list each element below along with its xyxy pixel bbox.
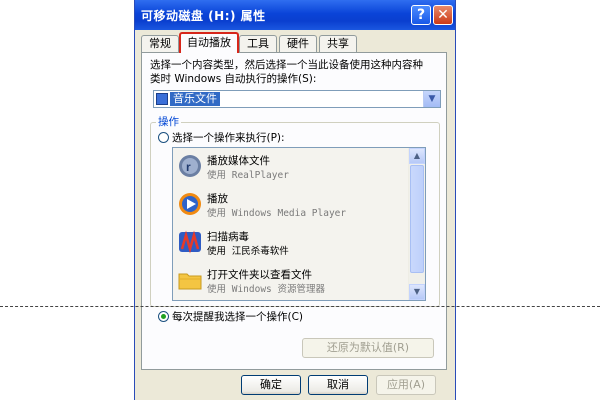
antivirus-icon [179, 230, 201, 254]
tab-tools[interactable]: 工具 [239, 35, 277, 52]
item-subtitle: 使用 RealPlayer [207, 170, 289, 181]
content-type-dropdown[interactable]: 音乐文件 ▼ [153, 90, 441, 108]
tab-sharing[interactable]: 共享 [319, 35, 357, 52]
list-scrollbar[interactable]: ▲ ▼ [408, 148, 425, 300]
radio-select-action[interactable] [158, 132, 169, 143]
help-button[interactable]: ? [411, 5, 431, 25]
close-button[interactable]: ✕ [433, 5, 453, 25]
cancel-button[interactable]: 取消 [308, 375, 368, 395]
list-item[interactable]: 扫描病毒 使用 江民杀毒软件 [173, 224, 409, 262]
scroll-up-button[interactable]: ▲ [409, 148, 425, 164]
dashed-divider [0, 306, 600, 307]
item-title: 扫描病毒 [207, 231, 249, 243]
item-subtitle: 使用 江民杀毒软件 [207, 246, 289, 257]
item-title: 打开文件夹以查看文件 [207, 269, 312, 281]
chevron-down-icon[interactable]: ▼ [423, 91, 440, 107]
apply-button[interactable]: 应用(A) [376, 375, 436, 395]
ok-button[interactable]: 确定 [241, 375, 301, 395]
list-item[interactable]: 打开文件夹以查看文件 使用 Windows 资源管理器 [173, 262, 409, 300]
window-title: 可移动磁盘 (H:) 属性 [141, 9, 266, 23]
tab-autoplay[interactable]: 自动播放 [179, 32, 239, 53]
actions-group-label: 操作 [156, 114, 181, 129]
instruction-text: 选择一个内容类型，然后选择一个当此设备使用这种内容种 类时 Windows 自动… [150, 58, 440, 86]
title-bar[interactable]: 可移动磁盘 (H:) 属性 ? ✕ [135, 0, 455, 30]
list-item[interactable]: 播放 使用 Windows Media Player [173, 186, 409, 224]
music-folder-icon [156, 93, 168, 105]
action-list[interactable]: r 播放媒体文件 使用 RealPlayer 播放 使用 Windows Med… [172, 147, 426, 301]
instruction-line-1: 选择一个内容类型，然后选择一个当此设备使用这种内容种 [150, 59, 423, 71]
instruction-line-2: 类时 Windows 自动执行的操作(S): [150, 73, 317, 85]
scroll-down-button[interactable]: ▼ [409, 284, 425, 300]
scroll-thumb[interactable] [410, 165, 424, 273]
radio-prompt-each-time[interactable] [158, 311, 169, 322]
realplayer-icon: r [179, 155, 201, 177]
tab-hardware[interactable]: 硬件 [279, 35, 317, 52]
item-title: 播放 [207, 193, 228, 205]
restore-defaults-button[interactable]: 还原为默认值(R) [302, 338, 434, 358]
windows-media-player-icon [179, 193, 201, 215]
item-subtitle: 使用 Windows 资源管理器 [207, 284, 325, 295]
list-item[interactable]: r 播放媒体文件 使用 RealPlayer [173, 148, 409, 186]
item-subtitle: 使用 Windows Media Player [207, 208, 347, 219]
folder-icon [178, 273, 202, 290]
radio-prompt-each-time-label[interactable]: 每次提醒我选择一个操作(C) [172, 309, 303, 324]
svg-text:r: r [186, 160, 191, 174]
content-type-value: 音乐文件 [170, 92, 220, 106]
radio-select-action-label[interactable]: 选择一个操作来执行(P): [172, 130, 285, 145]
item-title: 播放媒体文件 [207, 155, 270, 167]
tab-general[interactable]: 常规 [141, 35, 179, 52]
